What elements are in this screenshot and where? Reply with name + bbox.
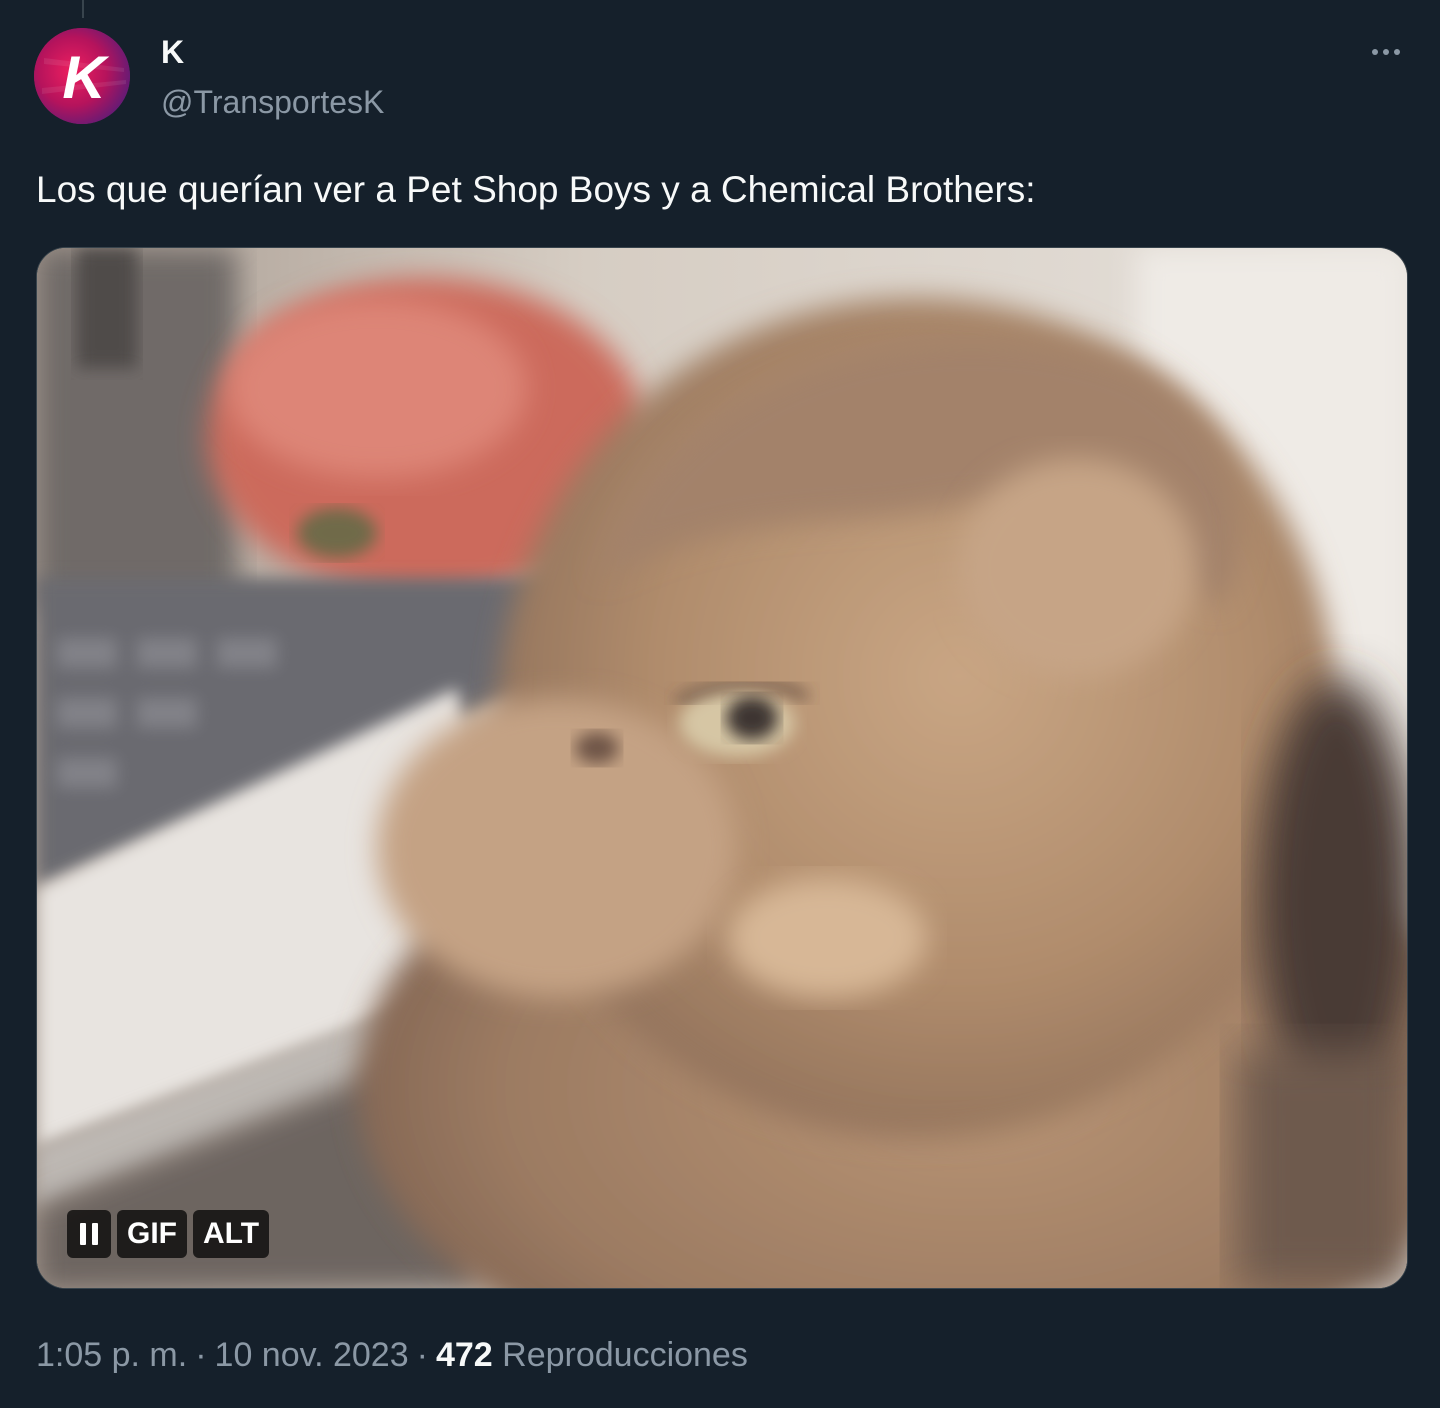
tweet-date: 10 nov. 2023 [214, 1336, 409, 1374]
tweet-meta: 1:05 p. m. · 10 nov. 2023 · 472 Reproduccion… [36, 1334, 748, 1376]
media-controls: GIF ALT [67, 1210, 270, 1258]
views-label: Reproducciones [502, 1336, 748, 1374]
more-options-button[interactable] [1362, 34, 1410, 70]
pause-button[interactable] [67, 1210, 111, 1258]
avatar-letter: K [62, 44, 109, 111]
more-horizontal-icon [1372, 49, 1400, 55]
gif-image [37, 248, 1407, 1288]
pause-icon [80, 1223, 98, 1245]
gif-badge: GIF [117, 1210, 187, 1258]
views-count: 472 [435, 1336, 493, 1374]
meta-separator: · [195, 1336, 207, 1374]
author-handle[interactable]: @TransportesK [161, 84, 384, 120]
tweet-timestamp-link[interactable]: 1:05 p. m. · 10 nov. 2023 [36, 1336, 409, 1374]
thread-connector-line [82, 0, 84, 18]
alt-text-button[interactable]: ALT [193, 1210, 270, 1258]
tweet-time: 1:05 p. m. [36, 1336, 188, 1374]
tweet-text: Los que querían ver a Pet Shop Boys y a … [36, 169, 1036, 210]
k-logo-icon: K [34, 28, 130, 124]
author-avatar[interactable]: K [34, 28, 130, 124]
meta-separator: · [416, 1336, 428, 1374]
tweet-card: K K @TransportesK Los que querían ver a … [0, 0, 1440, 1408]
gif-media[interactable]: GIF ALT [36, 247, 1408, 1289]
author-display-name[interactable]: K [161, 34, 184, 70]
